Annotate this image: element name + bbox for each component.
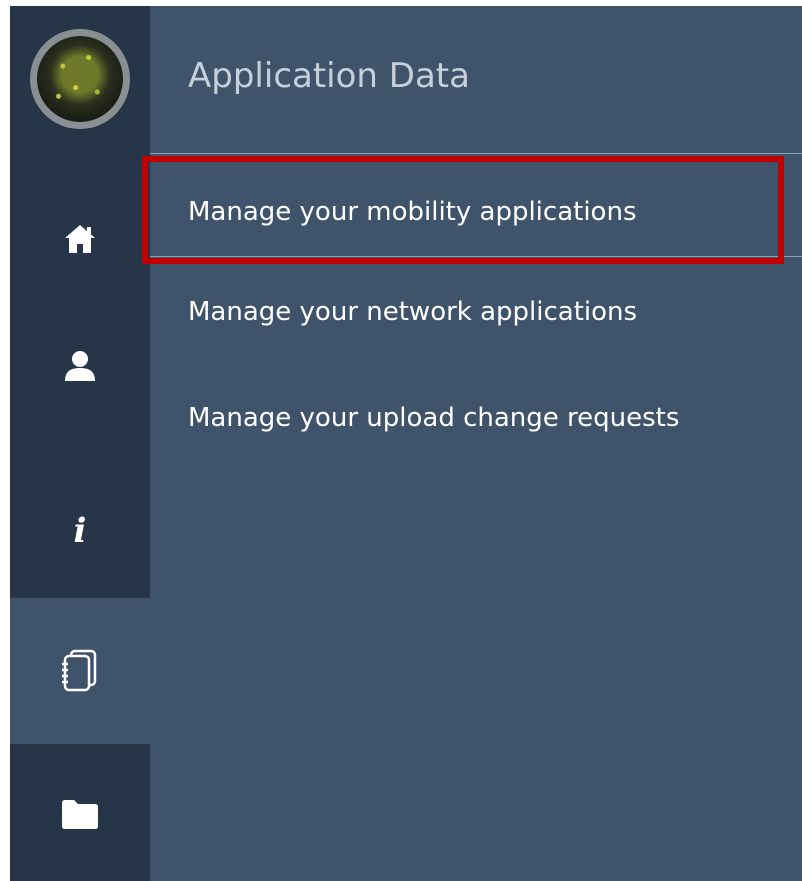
- notebook-icon: [62, 649, 97, 692]
- sidebar-item-folder[interactable]: [10, 746, 150, 881]
- user-icon: [65, 351, 95, 381]
- avatar[interactable]: [30, 28, 130, 129]
- sidebar-item-user[interactable]: [10, 306, 150, 426]
- app-frame: i Application Data Manage your mobility …: [10, 6, 802, 881]
- folder-icon: [62, 799, 98, 829]
- sidebar-item-documents[interactable]: [10, 598, 150, 744]
- sidebar-rail: i: [10, 6, 150, 881]
- header-divider: [150, 153, 802, 154]
- menu-item-mobility-applications[interactable]: Manage your mobility applications: [188, 197, 637, 227]
- menu-item-network-applications[interactable]: Manage your network applications: [188, 297, 637, 327]
- row-divider: [150, 256, 802, 257]
- avatar-image: [37, 35, 123, 122]
- menu-item-upload-change-requests[interactable]: Manage your upload change requests: [188, 403, 679, 433]
- sidebar-item-info[interactable]: i: [10, 471, 150, 591]
- sidebar-item-home[interactable]: [10, 181, 150, 296]
- sidebar-item-avatar[interactable]: [10, 6, 150, 151]
- page-title: Application Data: [188, 56, 470, 96]
- info-icon: i: [73, 511, 87, 551]
- home-icon: [65, 224, 95, 253]
